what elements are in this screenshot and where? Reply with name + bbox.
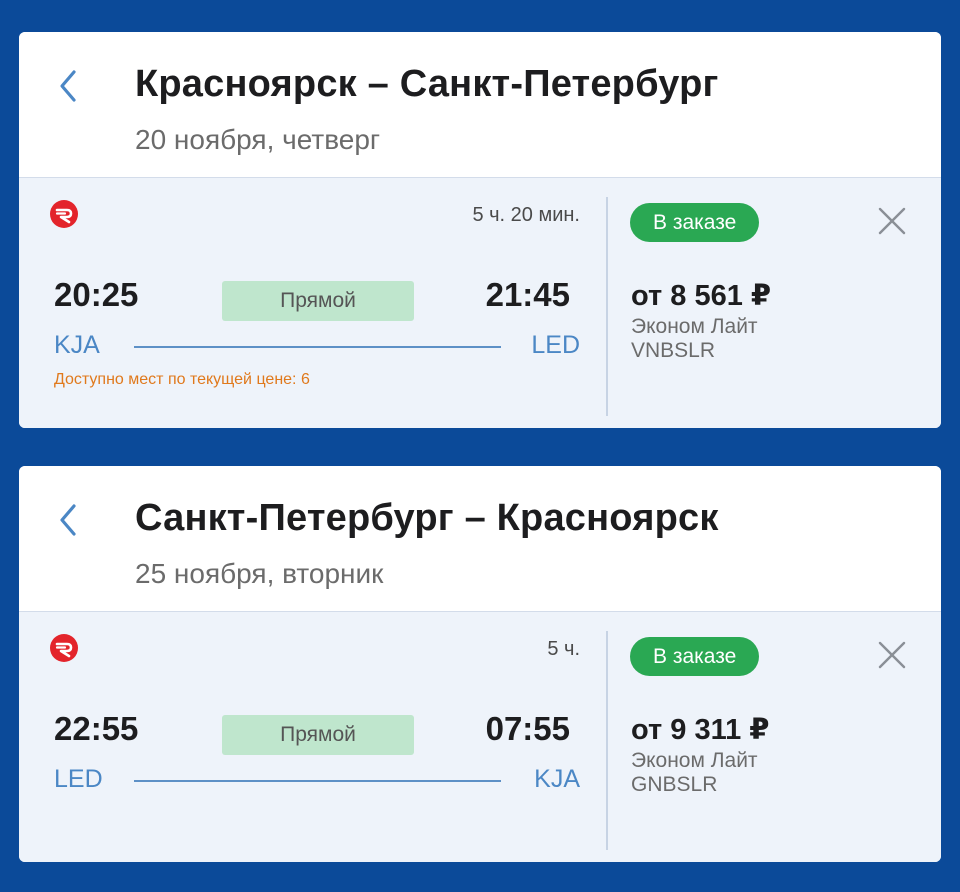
return-section: Санкт-Петербург – Красноярск 25 ноября, … [19,466,941,862]
fare-code: VNBSLR [631,339,716,362]
page: Красноярск – Санкт-Петербург 20 ноября, … [0,0,960,892]
back-button[interactable] [52,68,84,104]
flight-card[interactable]: 5 ч. 22:55 Прямой 07:55 LED KJA В заказе… [19,611,941,862]
fare-class: Эконом Лайт [631,749,758,772]
card-divider [606,631,608,850]
chevron-left-icon [60,70,76,102]
in-order-badge: В заказе [630,203,760,242]
arrival-airport-code: LED [531,331,580,359]
price: от 8 561 ₽ [631,280,772,312]
arrival-time: 07:55 [485,710,570,747]
departure-time: 20:25 [54,276,139,313]
airline-logo-icon [50,200,78,228]
direct-flight-badge: Прямой [222,281,414,321]
outbound-section: Красноярск – Санкт-Петербург 20 ноября, … [19,32,941,428]
route-line [134,780,501,782]
close-icon [878,207,906,235]
card-divider [606,197,608,416]
departure-time: 22:55 [54,710,139,747]
remove-button[interactable] [876,639,908,671]
remove-button[interactable] [876,205,908,237]
flight-duration: 5 ч. 20 мин. [472,204,580,226]
route-date: 25 ноября, вторник [135,558,384,589]
direct-flight-badge: Прямой [222,715,414,755]
departure-airport-code: LED [54,765,103,793]
price: от 9 311 ₽ [631,714,770,746]
airline-logo-icon [50,634,78,662]
back-button[interactable] [52,502,84,538]
fare-class: Эконом Лайт [631,315,758,338]
chevron-left-icon [60,504,76,536]
seats-availability-note: Доступно мест по текущей цене: 6 [54,371,310,388]
outbound-header: Красноярск – Санкт-Петербург 20 ноября, … [19,32,941,177]
flight-duration: 5 ч. [547,638,580,660]
flight-card[interactable]: 5 ч. 20 мин. 20:25 Прямой 21:45 KJA LED … [19,177,941,428]
route-title: Красноярск – Санкт-Петербург [135,63,719,105]
in-order-badge: В заказе [630,637,760,676]
route-date: 20 ноября, четверг [135,124,381,155]
arrival-airport-code: KJA [534,765,580,793]
return-header: Санкт-Петербург – Красноярск 25 ноября, … [19,466,941,611]
close-icon [878,641,906,669]
route-title: Санкт-Петербург – Красноярск [135,497,719,539]
departure-airport-code: KJA [54,331,100,359]
route-line [134,346,501,348]
arrival-time: 21:45 [485,276,570,313]
fare-code: GNBSLR [631,773,718,796]
